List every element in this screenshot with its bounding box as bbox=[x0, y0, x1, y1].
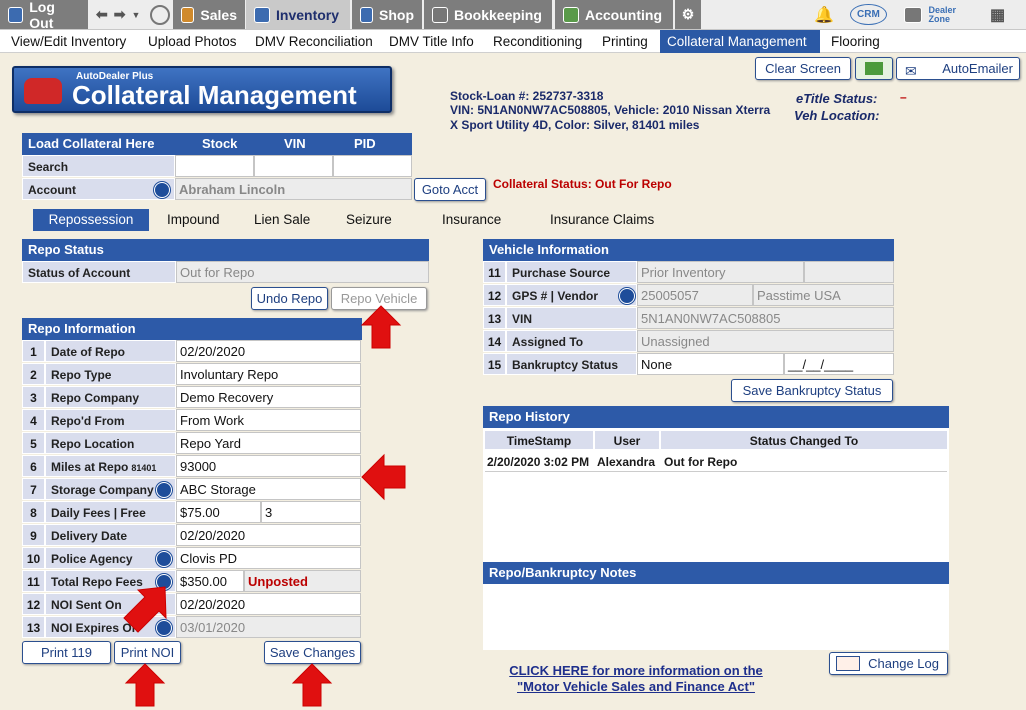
arrow-up-print-noi bbox=[124, 663, 166, 707]
arrow-left-storage bbox=[361, 453, 406, 501]
annotation-arrows bbox=[123, 305, 406, 707]
arrow-up-save-changes bbox=[291, 663, 333, 707]
arrow-up-repo-vehicle bbox=[360, 305, 402, 349]
arrow-diag-fees bbox=[123, 586, 167, 633]
